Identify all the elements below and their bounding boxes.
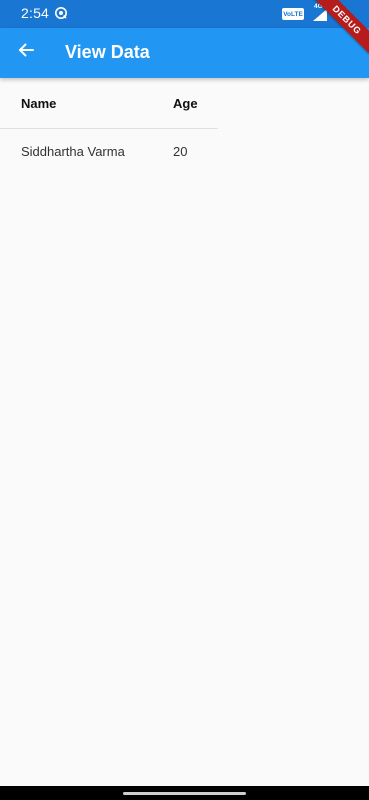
status-bar: 2:54 VoLTE 4G	[0, 0, 369, 28]
cell-age: 20	[173, 144, 188, 159]
sync-icon	[54, 6, 68, 20]
navigation-bar	[0, 786, 369, 800]
table-row[interactable]: Siddhartha Varma 20	[0, 129, 218, 171]
page-title: View Data	[65, 42, 150, 62]
arrow-back-icon	[17, 41, 35, 64]
volte-badge: VoLTE	[282, 8, 304, 20]
data-table: Name Age Siddhartha Varma 20	[0, 78, 218, 171]
table-header-row: Name Age	[0, 78, 218, 129]
app-bar: View Data	[0, 28, 369, 78]
status-time: 2:54	[21, 5, 50, 21]
back-button[interactable]	[11, 37, 41, 67]
home-gesture-handle[interactable]	[123, 792, 246, 795]
cell-name: Siddhartha Varma	[21, 144, 125, 159]
column-header-name[interactable]: Name	[21, 96, 56, 111]
column-header-age[interactable]: Age	[173, 96, 198, 111]
